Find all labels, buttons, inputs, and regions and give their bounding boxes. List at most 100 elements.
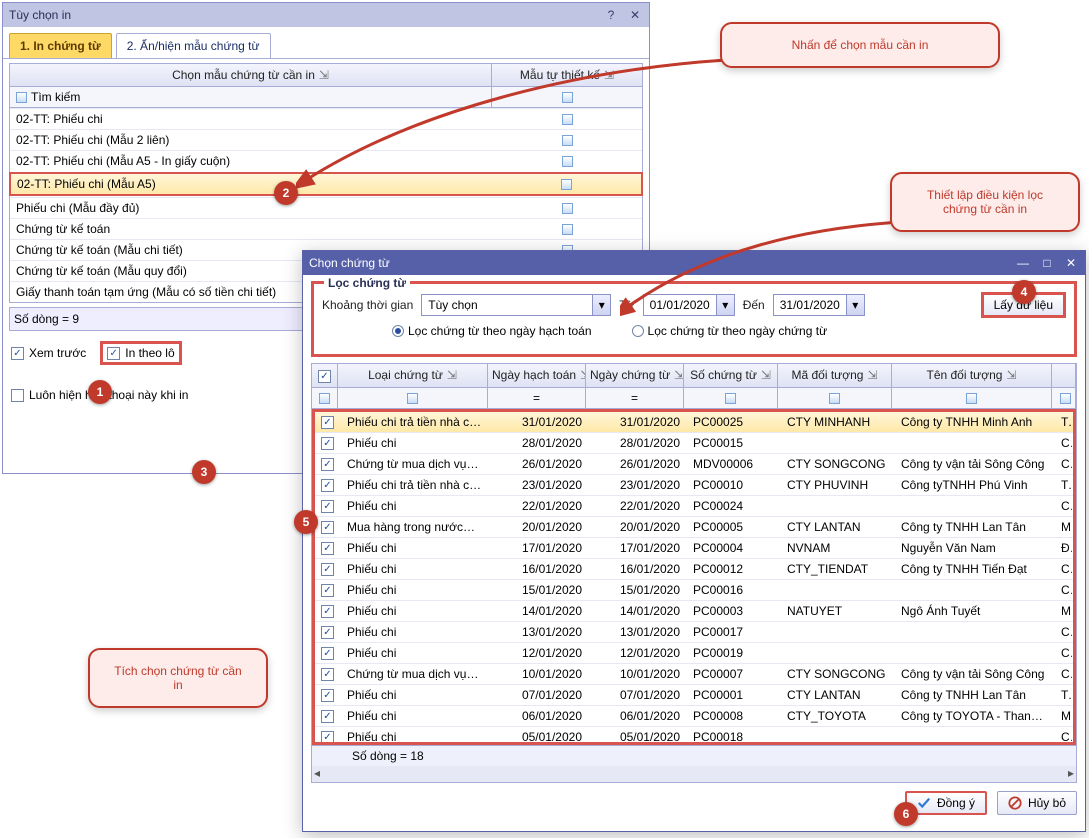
pin-icon[interactable]: ⇲ [604, 68, 614, 82]
badge-2: 2 [274, 181, 298, 205]
close-icon[interactable]: ✕ [627, 7, 643, 23]
row-check[interactable] [321, 668, 334, 681]
filter-toggle-icon[interactable] [16, 92, 27, 103]
chevron-down-icon[interactable]: ▾ [716, 295, 734, 315]
table-row[interactable]: Mua hàng trong nước…20/01/202020/01/2020… [315, 517, 1073, 538]
row-check[interactable] [321, 689, 334, 702]
custom-check[interactable] [562, 114, 573, 125]
grid-filter-row: == [312, 388, 1076, 409]
pin-icon[interactable]: ⇲ [319, 68, 329, 82]
template-row[interactable]: 02-TT: Phiếu chi (Mẫu A5) [9, 172, 643, 196]
choose-vouchers-dialog: Chọn chứng từ — □ ✕ Lọc chứng từ Khoảng … [302, 250, 1086, 832]
help-icon[interactable]: ? [603, 7, 619, 23]
to-date[interactable]: 31/01/2020▾ [773, 294, 865, 316]
col-custom: Mẫu tự thiết kế⇲ [492, 64, 642, 86]
lbl-to: Đến [743, 298, 765, 312]
from-date[interactable]: 01/01/2020▾ [643, 294, 735, 316]
table-row[interactable]: Chứng từ mua dịch vụ…10/01/202010/01/202… [315, 664, 1073, 685]
max-icon[interactable]: □ [1039, 255, 1055, 271]
badge-5: 5 [294, 510, 318, 534]
filter-fieldset: Lọc chứng từ Khoảng thời gian Tùy chọn▾ … [311, 281, 1077, 357]
scrollbar-horizontal[interactable]: ◂▸ [312, 766, 1076, 782]
custom-check[interactable] [562, 156, 573, 167]
template-row[interactable]: 02-TT: Phiếu chi [10, 108, 642, 129]
row-check[interactable] [321, 605, 334, 618]
col-template: Chọn mẫu chứng từ cần in⇲ [10, 64, 492, 86]
table-row[interactable]: Phiếu chi12/01/202012/01/2020 PC00019Chi… [315, 643, 1073, 664]
fieldset-legend: Lọc chứng từ [324, 276, 410, 290]
table-row[interactable]: Phiếu chi trả tiền nhà c…23/01/202023/01… [315, 475, 1073, 496]
checkall-icon[interactable] [318, 370, 331, 383]
table-row[interactable]: Chứng từ mua dịch vụ…26/01/202026/01/202… [315, 454, 1073, 475]
custom-check[interactable] [562, 224, 573, 235]
dlg1-titlebar: Tùy chọn in ? ✕ [3, 3, 649, 27]
filter-toggle-icon[interactable] [562, 92, 573, 103]
badge-3: 3 [192, 460, 216, 484]
callout-text: Thiết lập điều kiện lọc chứng từ cần in [927, 188, 1043, 216]
tabs: 1. In chứng từ 2. Ẩn/hiện mẫu chứng từ [3, 27, 649, 59]
dlg2-title: Chọn chứng từ [309, 256, 390, 270]
lbl-range: Khoảng thời gian [322, 298, 413, 312]
row-check[interactable] [321, 563, 334, 576]
table-row[interactable]: Phiếu chi17/01/202017/01/2020 PC00004NVN… [315, 538, 1073, 559]
table-row[interactable]: Phiếu chi14/01/202014/01/2020 PC00003NAT… [315, 601, 1073, 622]
table-row[interactable]: Phiếu chi15/01/202015/01/2020 PC00016Chi… [315, 580, 1073, 601]
callout-text: Nhấn để chọn mẫu cần in [792, 38, 929, 52]
chevron-down-icon[interactable]: ▾ [592, 295, 610, 315]
row-check[interactable] [321, 731, 334, 744]
template-filter-row: Tìm kiếm [9, 87, 643, 108]
row-check[interactable] [321, 647, 334, 660]
template-row[interactable]: Phiếu chi (Mẫu đầy đủ) [10, 197, 642, 218]
row-check[interactable] [321, 500, 334, 513]
template-row[interactable]: 02-TT: Phiếu chi (Mẫu A5 - In giấy cuộn) [10, 150, 642, 171]
row-check[interactable] [321, 458, 334, 471]
callout-filter: Thiết lập điều kiện lọc chứng từ cần in [890, 172, 1080, 232]
badge-4: 4 [1012, 280, 1036, 304]
row-check[interactable] [321, 521, 334, 534]
row-check[interactable] [321, 542, 334, 555]
checkbox-preview[interactable]: ✓Xem trước [11, 346, 86, 360]
tab-print[interactable]: 1. In chứng từ [9, 33, 112, 58]
table-row[interactable]: Phiếu chi22/01/202022/01/2020 PC00024Chi… [315, 496, 1073, 517]
grid-header: Loại chứng từ⇲ Ngày hạch toán⇲ Ngày chứn… [312, 364, 1076, 388]
min-icon[interactable]: — [1015, 255, 1031, 271]
row-check[interactable] [321, 437, 334, 450]
chevron-down-icon[interactable]: ▾ [846, 295, 864, 315]
table-row[interactable]: Phiếu chi13/01/202013/01/2020 PC00017Chi… [315, 622, 1073, 643]
row-check[interactable] [321, 584, 334, 597]
lbl-from: Từ [619, 298, 634, 312]
row-check[interactable] [321, 479, 334, 492]
search-hint: Tìm kiếm [31, 90, 80, 104]
dlg1-title: Tùy chọn in [9, 8, 71, 22]
table-row[interactable]: Phiếu chi16/01/202016/01/2020 PC00012CTY… [315, 559, 1073, 580]
callout-text: Tích chọn chứng từ cần in [114, 664, 241, 692]
checkbox-batch[interactable]: ✓In theo lô [107, 346, 174, 360]
badge-6: 6 [894, 802, 918, 826]
filter-toggle-icon[interactable] [319, 393, 330, 404]
radio-post-date[interactable]: Lọc chứng từ theo ngày hạch toán [392, 324, 592, 338]
callout-check-rows: Tích chọn chứng từ cần in [88, 648, 268, 708]
table-row[interactable]: Phiếu chi07/01/202007/01/2020 PC00001CTY… [315, 685, 1073, 706]
row-check[interactable] [321, 416, 334, 429]
badge-1: 1 [88, 380, 112, 404]
table-row[interactable]: Phiếu chi06/01/202006/01/2020 PC00008CTY… [315, 706, 1073, 727]
tab-toggle-templates[interactable]: 2. Ẩn/hiện mẫu chứng từ [116, 33, 271, 58]
table-row[interactable]: Phiếu chi trả tiền nhà c…31/01/202031/01… [315, 412, 1073, 433]
grid-body[interactable]: Phiếu chi trả tiền nhà c…31/01/202031/01… [312, 409, 1076, 745]
range-combo[interactable]: Tùy chọn▾ [421, 294, 611, 316]
close-icon[interactable]: ✕ [1063, 255, 1079, 271]
table-row[interactable]: Phiếu chi05/01/202005/01/2020 PC00018Chi… [315, 727, 1073, 745]
cancel-icon [1008, 796, 1022, 810]
radio-voucher-date[interactable]: Lọc chứng từ theo ngày chứng từ [632, 324, 828, 338]
row-check[interactable] [321, 710, 334, 723]
row-check[interactable] [321, 626, 334, 639]
voucher-grid: Loại chứng từ⇲ Ngày hạch toán⇲ Ngày chứn… [311, 363, 1077, 783]
template-table-header: Chọn mẫu chứng từ cần in⇲ Mẫu tự thiết k… [9, 63, 643, 87]
cancel-button[interactable]: Hủy bỏ [997, 791, 1077, 815]
table-row[interactable]: Phiếu chi28/01/202028/01/2020 PC00015Chi… [315, 433, 1073, 454]
custom-check[interactable] [562, 203, 573, 214]
template-row[interactable]: Chứng từ kế toán [10, 218, 642, 239]
template-row[interactable]: 02-TT: Phiếu chi (Mẫu 2 liên) [10, 129, 642, 150]
custom-check[interactable] [561, 179, 572, 190]
custom-check[interactable] [562, 135, 573, 146]
